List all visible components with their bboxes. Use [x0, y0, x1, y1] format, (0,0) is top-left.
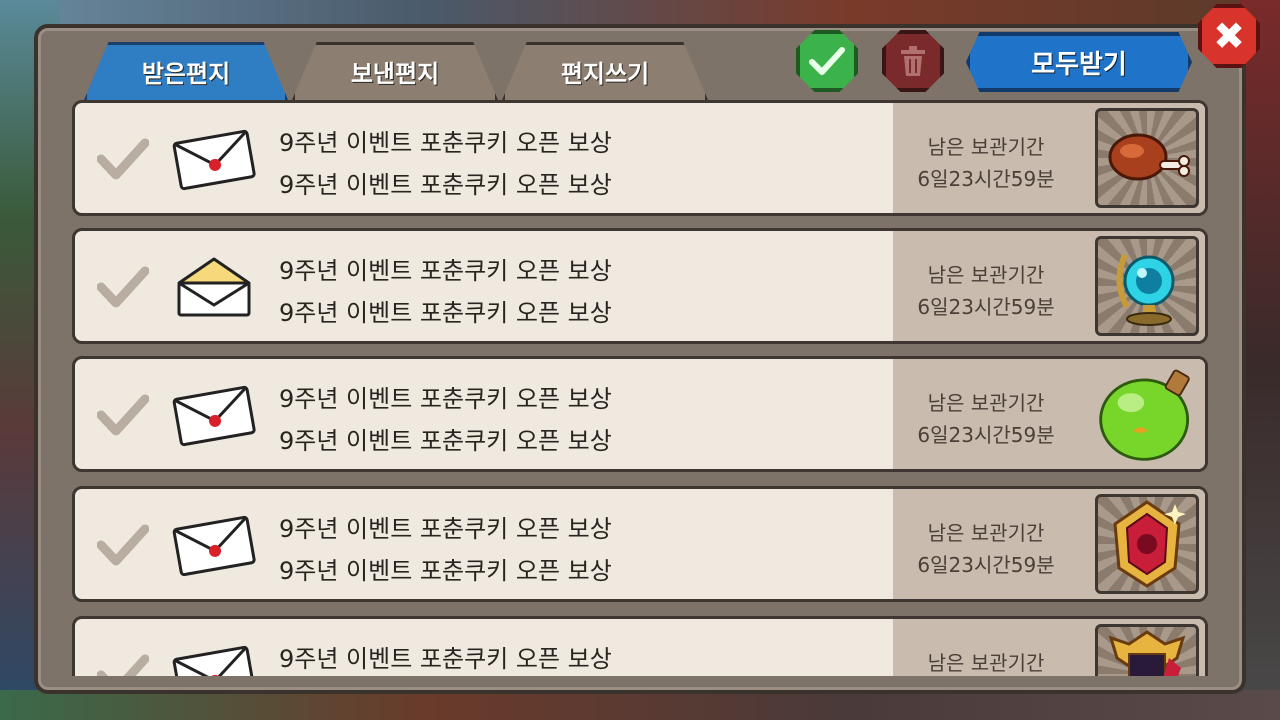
green-potion-icon: [1099, 369, 1190, 461]
keep-time: 6일23시간59분: [917, 423, 1055, 447]
keep-label: 남은 보관기간: [927, 135, 1045, 159]
reward-slot[interactable]: [1095, 364, 1199, 464]
background-right: [1240, 0, 1280, 720]
checkbox-check-icon[interactable]: [97, 523, 149, 567]
checkbox-check-icon[interactable]: [97, 653, 149, 676]
crystal-orb-icon: [1116, 253, 1175, 326]
mail-title: 9주년 이벤트 포춘쿠키 오픈 보상: [279, 385, 612, 413]
close-button[interactable]: ✖: [1198, 4, 1260, 68]
keep-time: 6일23시간59분: [917, 295, 1055, 319]
red-gem-icon: [1113, 500, 1186, 588]
keep-label: 남은 보관기간: [927, 263, 1045, 287]
keep-time: 6일23시간59분: [917, 553, 1055, 577]
tab-label: 받은편지: [141, 59, 231, 88]
envelope-closed-icon: [172, 129, 256, 191]
mail-subtitle: 9주년 이벤트 포춘쿠키 오픈 보상: [279, 557, 612, 585]
mail-title: 9주년 이벤트 포춘쿠키 오픈 보상: [279, 129, 612, 157]
receive-all-button[interactable]: 모두받기: [966, 32, 1192, 92]
mail-title: 9주년 이벤트 포춘쿠키 오픈 보상: [279, 257, 612, 285]
envelope-open-icon: [177, 257, 251, 317]
envelope-closed-icon: [172, 515, 256, 577]
mail-list[interactable]: 9주년 이벤트 포춘쿠키 오픈 보상 9주년 이벤트 포춘쿠키 오픈 보상 남은…: [70, 100, 1210, 676]
mail-subtitle: 9주년 이벤트 포춘쿠키 오픈 보상: [279, 171, 612, 199]
mail-subtitle: 9주년 이벤트 포춘쿠키 오픈 보상: [279, 299, 612, 327]
tab-sent[interactable]: 보낸편지: [292, 42, 498, 100]
mail-title: 9주년 이벤트 포춘쿠키 오픈 보상: [279, 515, 612, 543]
mail-row[interactable]: 9주년 이벤트 포춘쿠키 오픈 보상 9주년 이벤트 포춘쿠키 오픈 보상 남은…: [72, 100, 1208, 216]
mail-row[interactable]: 9주년 이벤트 포춘쿠키 오픈 보상 남은 보관기간: [72, 616, 1208, 676]
keep-time: 6일23시간59분: [917, 167, 1055, 191]
reward-slot[interactable]: [1095, 624, 1199, 676]
background-bottom: [0, 690, 1280, 720]
mail-subtitle: 9주년 이벤트 포춘쿠키 오픈 보상: [279, 427, 612, 455]
envelope-closed-icon: [172, 645, 256, 676]
mail-row[interactable]: 9주년 이벤트 포춘쿠키 오픈 보상 9주년 이벤트 포춘쿠키 오픈 보상 남은…: [72, 228, 1208, 344]
mail-title: 9주년 이벤트 포춘쿠키 오픈 보상: [279, 645, 612, 673]
mail-row[interactable]: 9주년 이벤트 포춘쿠키 오픈 보상 9주년 이벤트 포춘쿠키 오픈 보상 남은…: [72, 486, 1208, 602]
keep-label: 남은 보관기간: [927, 391, 1045, 415]
mail-row[interactable]: 9주년 이벤트 포춘쿠키 오픈 보상 9주년 이벤트 포춘쿠키 오픈 보상 남은…: [72, 356, 1208, 472]
tab-label: 편지쓰기: [560, 59, 650, 88]
close-icon: ✖: [1213, 14, 1245, 58]
tab-received[interactable]: 받은편지: [84, 42, 288, 100]
reward-slot[interactable]: [1095, 236, 1199, 336]
meat-icon: [1108, 133, 1190, 181]
reward-slot[interactable]: [1095, 108, 1199, 208]
checkmark-icon: [809, 47, 845, 75]
tab-write[interactable]: 편지쓰기: [502, 42, 708, 100]
tab-label: 보낸편지: [350, 59, 440, 88]
receive-all-label: 모두받기: [1031, 49, 1127, 80]
red-crest-icon: [1108, 630, 1186, 676]
checkbox-check-icon[interactable]: [97, 265, 149, 309]
trash-icon: [901, 46, 925, 76]
keep-label: 남은 보관기간: [927, 521, 1045, 545]
envelope-closed-icon: [172, 385, 256, 447]
checkbox-check-icon[interactable]: [97, 393, 149, 437]
checkbox-check-icon[interactable]: [97, 137, 149, 181]
keep-label: 남은 보관기간: [927, 651, 1045, 675]
reward-slot[interactable]: [1095, 494, 1199, 594]
